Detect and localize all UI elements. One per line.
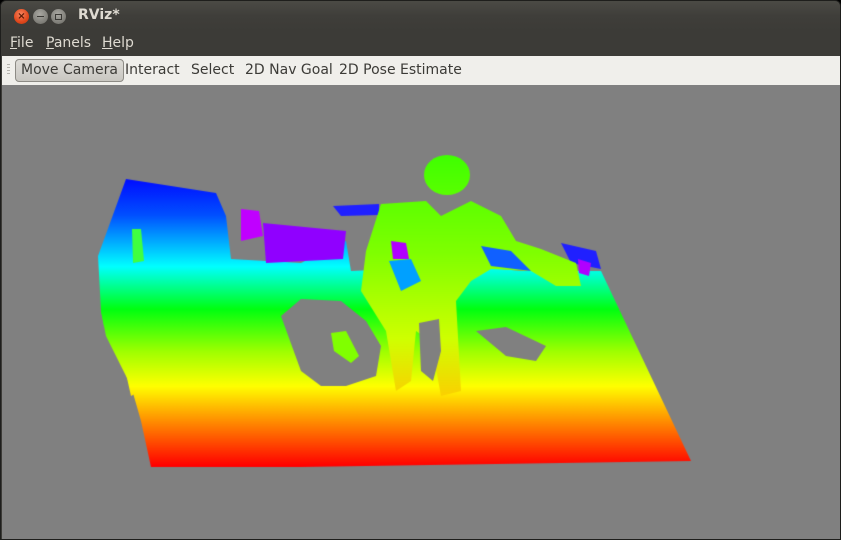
minimize-button[interactable] [33,9,48,24]
tool-interact[interactable]: Interact [120,59,185,82]
menu-panels[interactable]: Panels [46,35,91,51]
menu-panels-label: anels [53,35,92,51]
menu-file[interactable]: File [10,35,33,51]
menu-help[interactable]: Help [102,35,134,51]
window-title: RViz* [78,7,120,23]
point-cloud-render [2,85,840,539]
tool-move-camera[interactable]: Move Camera [15,59,124,82]
maximize-button[interactable] [51,9,66,24]
minimize-icon [37,15,44,18]
tool-2d-pose-estimate[interactable]: 2D Pose Estimate [334,59,467,82]
close-icon: × [17,10,26,22]
close-button[interactable]: × [14,9,29,24]
toolbar-grip-handle[interactable] [7,64,10,76]
menu-file-mnemonic: F [10,35,18,51]
tool-select[interactable]: Select [186,59,239,82]
menu-panels-mnemonic: P [46,35,54,51]
menu-help-label: elp [112,35,134,51]
title-bar[interactable]: × RViz* [1,1,840,31]
maximize-icon [55,13,62,20]
tool-2d-nav-goal[interactable]: 2D Nav Goal [240,59,338,82]
menu-file-label: ile [17,35,34,51]
rviz-window: × RViz* File Panels Help Move Camera Int… [0,0,841,540]
menu-bar: File Panels Help [1,31,840,56]
menu-help-mnemonic: H [102,35,113,51]
tools-toolbar: Move Camera Interact Select 2D Nav Goal … [2,56,840,85]
3d-render-viewport[interactable] [2,85,840,539]
